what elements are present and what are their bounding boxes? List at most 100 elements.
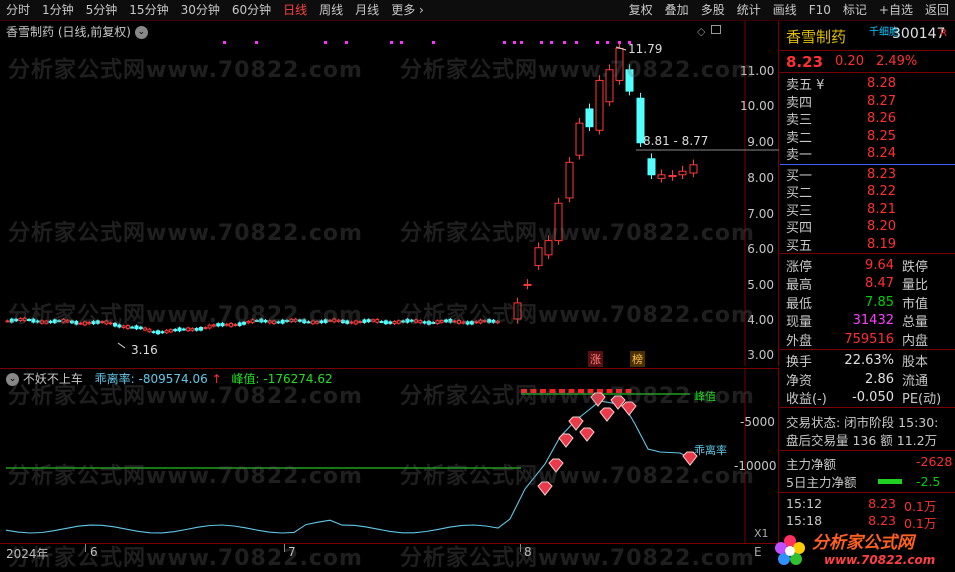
candle xyxy=(263,319,268,323)
candle xyxy=(156,330,160,335)
bid-row[interactable]: 买一 8.23 xyxy=(780,166,955,184)
statistics-button[interactable]: 统计 xyxy=(731,0,767,21)
ask-row[interactable]: 卖一 8.24 xyxy=(780,145,955,163)
stat-label: 总量 xyxy=(902,315,929,331)
candle xyxy=(194,328,199,331)
signal-dot xyxy=(618,41,621,44)
zoom-corner[interactable]: X1 xyxy=(754,527,769,540)
bid-row[interactable]: 买四 8.20 xyxy=(780,218,955,236)
ask-row[interactable]: 卖五 ¥ 8.28 xyxy=(780,75,955,93)
candle xyxy=(625,69,634,92)
gem-icon xyxy=(621,401,637,416)
price-tick: 9.00 xyxy=(747,135,774,149)
candle xyxy=(246,320,251,324)
ask-row[interactable]: 卖四 8.27 xyxy=(780,93,955,111)
tick-price: 8.23 xyxy=(868,513,896,528)
period-tab-1min[interactable]: 1分钟 xyxy=(36,0,80,21)
candlestick-chart[interactable]: 香雪制药 (日线,前复权) ⌄ ◇ 11.79 3.16 8.81 - 8.77… xyxy=(0,21,779,367)
candle xyxy=(319,320,324,324)
stat-label: 内盘 xyxy=(902,333,929,349)
candle xyxy=(457,319,461,324)
candle xyxy=(52,319,57,324)
stat-label: 收益(-) xyxy=(786,392,827,408)
candle xyxy=(95,320,100,324)
signal-dot xyxy=(520,41,523,44)
stat-label: 涨停 xyxy=(786,259,813,275)
f10-button[interactable]: F10 xyxy=(803,0,837,21)
peak-dash xyxy=(521,389,527,393)
ask-label: 卖三 xyxy=(786,113,813,129)
signal-dot xyxy=(345,41,348,44)
candle xyxy=(61,318,66,323)
period-tab-30min[interactable]: 30分钟 xyxy=(175,0,226,21)
peak-dash xyxy=(606,389,613,393)
candle xyxy=(74,320,79,325)
draw-line-button[interactable]: 画线 xyxy=(767,0,803,21)
ask-row[interactable]: 卖二 8.25 xyxy=(780,128,955,146)
period-tab-daily[interactable]: 日线 xyxy=(277,0,313,21)
candle xyxy=(544,240,553,256)
back-button[interactable]: 返回 xyxy=(919,0,955,21)
limit-up-badge[interactable]: 涨 xyxy=(588,351,603,367)
after-hours-volume: 盘后交易量 136 额 11.2万 xyxy=(786,433,938,448)
price-tick: 5.00 xyxy=(747,278,774,292)
period-tab-60min[interactable]: 60分钟 xyxy=(226,0,277,21)
diamond-icon[interactable]: ◇ xyxy=(697,25,705,38)
tick-list[interactable]: 15:12 8.23 0.1万 15:18 8.23 0.1万 xyxy=(780,492,955,532)
signal-dot xyxy=(575,41,578,44)
candle xyxy=(117,324,122,328)
chevron-down-icon[interactable]: ⌄ xyxy=(6,373,19,386)
candle xyxy=(615,47,624,81)
candle xyxy=(259,318,264,323)
overlay-button[interactable]: 叠加 xyxy=(659,0,695,21)
multi-stock-button[interactable]: 多股 xyxy=(695,0,731,21)
rank-badge[interactable]: 榜 xyxy=(630,351,645,367)
indicator-chart[interactable]: ⌄ 不妖不上车 乖离率: -809574.06 ↑ 峰值: -176274.62… xyxy=(0,368,779,544)
period-tab-5min[interactable]: 5分钟 xyxy=(80,0,124,21)
candle xyxy=(392,321,397,325)
candle xyxy=(267,320,272,324)
indicator-tick: -5000 xyxy=(740,415,775,429)
peak-label: 峰值: xyxy=(231,372,260,386)
stock-name[interactable]: 香雪制药 xyxy=(786,26,846,47)
candle xyxy=(168,329,173,333)
bid-row[interactable]: 买二 8.22 xyxy=(780,183,955,201)
period-tab-monthly[interactable]: 月线 xyxy=(349,0,385,21)
peak-dash xyxy=(625,389,632,393)
candle xyxy=(190,328,195,331)
mark-button[interactable]: 标记 xyxy=(837,0,873,21)
stat-value: 7.85 xyxy=(865,294,894,310)
tick-row: 15:12 8.23 0.1万 xyxy=(786,496,955,514)
candle xyxy=(340,319,345,324)
restore-window-icon[interactable] xyxy=(711,25,721,34)
period-tab-intraday[interactable]: 分时 xyxy=(0,0,36,21)
arrow-up-icon: ↑ xyxy=(211,372,222,386)
stat-value: 759516 xyxy=(844,331,894,347)
candle xyxy=(70,320,74,324)
candle xyxy=(211,324,216,327)
indicator-name[interactable]: 不妖不上车 xyxy=(23,372,83,386)
adjust-button[interactable]: 复权 xyxy=(623,0,659,21)
signal-dot xyxy=(540,41,543,44)
stock-code: 300147 xyxy=(892,26,946,42)
candle xyxy=(409,319,414,322)
low-price-label: 3.16 xyxy=(131,343,158,357)
ask-row[interactable]: 卖三 8.26 xyxy=(780,110,955,128)
chevron-down-icon[interactable]: ⌄ xyxy=(134,26,148,39)
bid-row[interactable]: 买五 8.19 xyxy=(780,236,955,254)
candle xyxy=(353,320,358,325)
price-tick: 3.00 xyxy=(747,348,774,362)
add-favorite-button[interactable]: +自选 xyxy=(873,0,919,21)
candle xyxy=(138,326,143,330)
candle xyxy=(203,327,208,330)
signal-dot xyxy=(513,41,516,44)
candle xyxy=(250,319,255,324)
stat-row: 外盘 759516 内盘 xyxy=(780,330,955,349)
bid-label: 买一 xyxy=(786,168,813,184)
period-tab-weekly[interactable]: 周线 xyxy=(313,0,349,21)
period-tab-more[interactable]: 更多 › xyxy=(385,0,430,21)
price-tick: 4.00 xyxy=(747,313,774,327)
bid-row[interactable]: 买三 8.21 xyxy=(780,201,955,219)
period-tab-15min[interactable]: 15分钟 xyxy=(123,0,174,21)
stat-row: 现量 31432 总量 xyxy=(780,312,955,331)
